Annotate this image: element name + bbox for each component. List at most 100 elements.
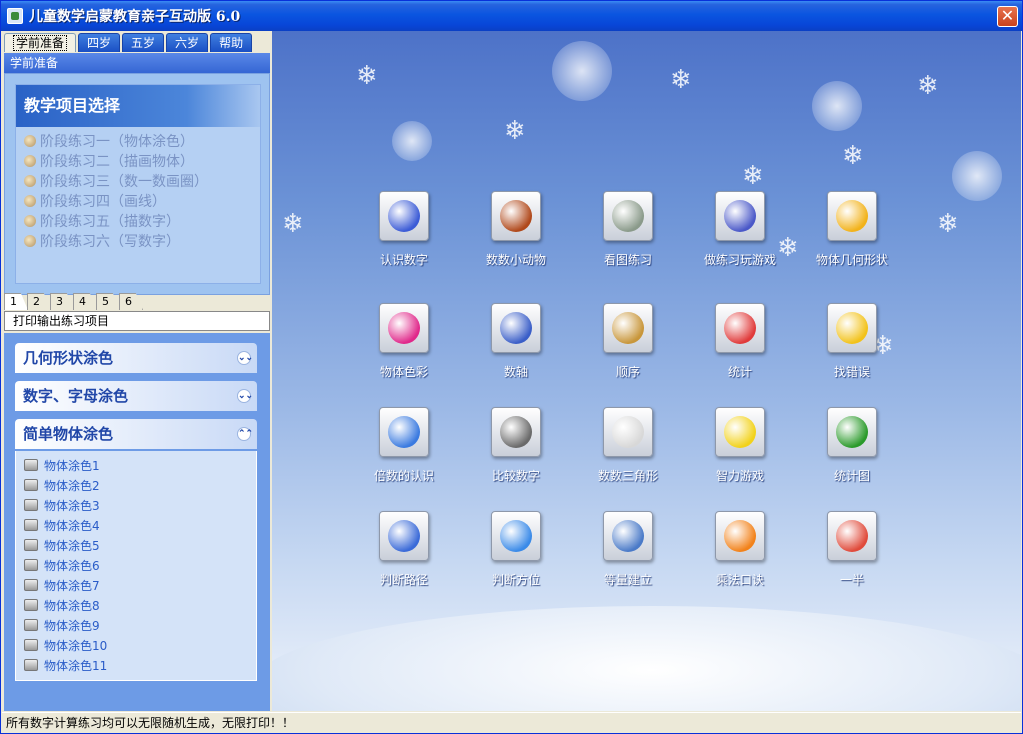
feature-icon-button[interactable]: 乘法口诀 [685,511,795,601]
tab-age-five[interactable]: 五岁 [122,33,165,52]
bullet-icon [24,215,36,227]
feature-label: 等量建立 [603,573,652,587]
feature-icon-button[interactable]: 认识数字 [349,191,459,281]
color-balls-icon [388,312,420,344]
bullet-icon [24,135,36,147]
project-item[interactable]: 阶段练习四（画线） [24,191,260,211]
project-item[interactable]: 阶段练习一（物体涂色） [24,131,260,151]
tab-preschool[interactable]: 学前准备 [4,33,77,52]
feature-label: 做练习玩游戏 [703,253,776,267]
bullet-icon [24,175,36,187]
icon-tile[interactable] [715,303,765,353]
snowflake-icon: ❄ [842,141,864,171]
feature-icon-button[interactable]: 做练习玩游戏 [685,191,795,281]
feature-icon-button[interactable]: 比较数字 [461,407,571,497]
feature-icon-button[interactable]: 数数小动物 [461,191,571,281]
icon-tile[interactable] [491,303,541,353]
list-item[interactable]: 物体涂色10 [24,635,256,655]
icon-tile[interactable] [379,511,429,561]
icon-tile[interactable] [491,407,541,457]
tab-age-six[interactable]: 六岁 [166,33,209,52]
page-tab-3[interactable]: 3 [50,293,74,310]
project-item[interactable]: 阶段练习三（数一数画圈） [24,171,260,191]
icon-tile[interactable] [379,407,429,457]
feature-icon-button[interactable]: 一半 [797,511,907,601]
icon-tile[interactable] [715,511,765,561]
feature-icon-button[interactable]: 顺序 [573,303,683,393]
snowflake-icon: ❄ [356,61,378,91]
chevron-up-icon[interactable]: ⌃⌃ [237,427,253,441]
feature-label: 统计 [727,365,752,379]
tab-help[interactable]: 帮助 [210,33,253,52]
feature-icon-button[interactable]: 数数三角形 [573,407,683,497]
icon-tile[interactable] [827,407,877,457]
list-item[interactable]: 物体涂色7 [24,575,256,595]
list-item[interactable]: 物体涂色3 [24,495,256,515]
group-number-letter-coloring[interactable]: 数字、字母涂色 ⌄⌄ [15,381,257,411]
icon-tile[interactable] [603,407,653,457]
list-item[interactable]: 物体涂色11 [24,655,256,675]
feature-icon-button[interactable]: 判断方位 [461,511,571,601]
project-select-panel: 教学项目选择 阶段练习一（物体涂色） 阶段练习二（描画物体） 阶段练习三（数一数… [15,84,261,284]
group-geometric-coloring[interactable]: 几何形状涂色 ⌄⌄ [15,343,257,373]
list-item[interactable]: 物体涂色9 [24,615,256,635]
snowflake-icon: ❄ [670,65,692,95]
icon-tile[interactable] [715,407,765,457]
icon-tile[interactable] [827,511,877,561]
project-item[interactable]: 阶段练习二（描画物体） [24,151,260,171]
icon-tile[interactable] [603,511,653,561]
icon-tile[interactable] [827,191,877,241]
page-tab-1[interactable]: 1 [4,293,28,310]
icon-tile[interactable] [715,191,765,241]
app-window: 儿童数学启蒙教育亲子互动版 6.0 ✕ 学前准备 四岁 五岁 六岁 帮助 学前准… [0,0,1023,734]
icon-tile[interactable] [379,191,429,241]
feature-icon-button[interactable]: 倍数的认识 [349,407,459,497]
feature-icon-button[interactable]: 统计 [685,303,795,393]
icon-tile[interactable] [491,191,541,241]
icon-tile[interactable] [379,303,429,353]
feature-icon-button[interactable]: 智力游戏 [685,407,795,497]
feature-icon-button[interactable]: 物体色彩 [349,303,459,393]
icon-tile[interactable] [491,511,541,561]
tab-age-four[interactable]: 四岁 [78,33,121,52]
close-button[interactable]: ✕ [997,6,1018,27]
list-item[interactable]: 物体涂色4 [24,515,256,535]
feature-icon-button[interactable]: 看图练习 [573,191,683,281]
chevron-down-icon[interactable]: ⌄⌄ [237,389,253,403]
list-item[interactable]: 物体涂色2 [24,475,256,495]
feature-icon-button[interactable]: 判断路径 [349,511,459,601]
feature-icon-button[interactable]: 物体几何形状 [797,191,907,281]
star-card-icon [836,312,868,344]
list-item[interactable]: 物体涂色8 [24,595,256,615]
list-item[interactable]: 物体涂色5 [24,535,256,555]
project-item[interactable]: 阶段练习五（描数字） [24,211,260,231]
page-tab-4[interactable]: 4 [73,293,97,310]
feature-icon-button[interactable]: 数轴 [461,303,571,393]
icon-tile[interactable] [827,303,877,353]
print-section-label: 打印输出练习项目 [4,311,270,331]
page-tabs: 1 2 3 4 5 6 [4,293,143,311]
nineteen-icon [724,520,756,552]
feature-label: 认识数字 [379,253,428,267]
top-tabs: 学前准备 四岁 五岁 六岁 帮助 [4,33,254,53]
title-bar[interactable]: 儿童数学启蒙教育亲子互动版 6.0 ✕ [1,1,1022,31]
page-tab-6[interactable]: 6 [119,293,143,310]
icon-tile[interactable] [603,191,653,241]
printer-icon [24,479,38,491]
group-simple-object-coloring[interactable]: 简单物体涂色 ⌃⌃ [15,419,257,449]
chevron-down-icon[interactable]: ⌄⌄ [237,351,253,365]
feature-icon-button[interactable]: 等量建立 [573,511,683,601]
icon-tile[interactable] [603,303,653,353]
page-tab-5[interactable]: 5 [96,293,120,310]
list-item[interactable]: 物体涂色6 [24,555,256,575]
feature-icon-button[interactable]: 统计图 [797,407,907,497]
page-tab-2[interactable]: 2 [27,293,51,310]
printer-icon [24,539,38,551]
feature-icon-button[interactable]: 找错误 [797,303,907,393]
project-list: 阶段练习一（物体涂色） 阶段练习二（描画物体） 阶段练习三（数一数画圈） 阶段练… [16,127,260,251]
list-item[interactable]: 物体涂色1 [24,455,256,475]
feature-label: 比较数字 [491,469,540,483]
car-icon [724,416,756,448]
project-item[interactable]: 阶段练习六（写数字） [24,231,260,251]
printer-icon [24,659,38,671]
